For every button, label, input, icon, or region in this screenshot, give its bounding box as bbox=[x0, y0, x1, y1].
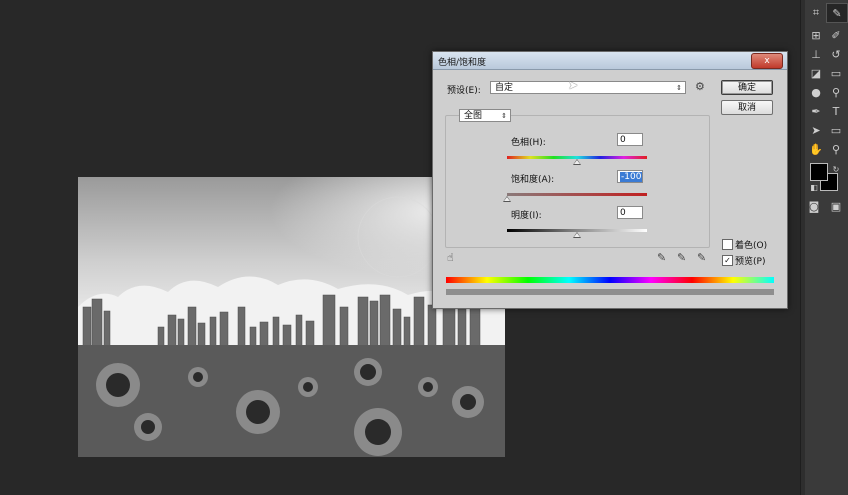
foreground-color-swatch[interactable] bbox=[810, 163, 828, 181]
panel-divider bbox=[801, 0, 805, 495]
dialog-titlebar[interactable]: 色相/饱和度 x bbox=[433, 52, 787, 70]
lightness-input[interactable]: 0 bbox=[617, 206, 643, 219]
crop-icon[interactable]: ⌗ bbox=[806, 4, 826, 22]
saturation-label: 饱和度(A): bbox=[511, 175, 555, 185]
pen-icon[interactable]: ✒ bbox=[806, 102, 826, 120]
checkmark-icon: ✓ bbox=[724, 256, 731, 265]
output-color-bar bbox=[446, 289, 774, 295]
type-icon[interactable]: T bbox=[826, 102, 846, 120]
dodge-icon[interactable]: ⚲ bbox=[826, 83, 846, 101]
close-button[interactable]: x bbox=[751, 53, 783, 69]
hue-label: 色相(H): bbox=[511, 138, 546, 148]
eraser-icon[interactable]: ◪ bbox=[806, 64, 826, 82]
colorize-label: 着色(O) bbox=[735, 241, 768, 251]
targeted-adjustment-hand-icon[interactable]: ☝ bbox=[447, 251, 454, 264]
updown-arrow-icon: ⇕ bbox=[676, 84, 682, 92]
brush-icon[interactable]: ✐ bbox=[826, 26, 846, 44]
saturation-slider-track[interactable] bbox=[507, 193, 647, 196]
close-icon: x bbox=[764, 56, 770, 66]
mouse-cursor-icon: ➤ bbox=[568, 78, 579, 92]
channel-value: 全图 bbox=[464, 111, 483, 121]
screen-mode-icon[interactable]: ▣ bbox=[826, 197, 846, 215]
blur-icon[interactable]: ● bbox=[806, 83, 826, 101]
saturation-input[interactable]: -100 bbox=[617, 170, 643, 183]
lightness-slider-thumb[interactable] bbox=[573, 232, 581, 238]
channel-select[interactable]: 全图 ⇕ bbox=[459, 109, 511, 122]
preview-label: 预览(P) bbox=[735, 257, 766, 267]
saturation-slider-thumb[interactable] bbox=[503, 196, 511, 202]
hue-value: 0 bbox=[620, 135, 626, 145]
eyedropper-icon[interactable]: ✎ bbox=[826, 3, 848, 23]
preset-options-gear-icon[interactable]: ⚙ bbox=[695, 80, 705, 93]
hue-input[interactable]: 0 bbox=[617, 133, 643, 146]
updown-arrow-icon: ⇕ bbox=[501, 112, 507, 120]
hand-icon[interactable]: ✋ bbox=[806, 140, 826, 158]
eyedropper-minus-icon[interactable]: ✎ bbox=[697, 251, 706, 264]
input-color-bar bbox=[446, 277, 774, 283]
swap-colors-icon[interactable]: ↻ bbox=[826, 160, 846, 178]
preset-select[interactable]: 自定 ⇕ bbox=[490, 81, 686, 94]
lightness-label: 明度(I): bbox=[511, 211, 542, 221]
hue-slider-thumb[interactable] bbox=[573, 159, 581, 165]
gradient-icon[interactable]: ▭ bbox=[826, 64, 846, 82]
hue-saturation-dialog: 色相/饱和度 x 预设(E): 自定 ⇕ ⚙ 确定 取消 全图 ⇕ 色相(H):… bbox=[432, 51, 788, 309]
colorize-checkbox[interactable] bbox=[722, 239, 733, 250]
path-select-icon[interactable]: ➤ bbox=[806, 121, 826, 139]
preset-label: 预设(E): bbox=[447, 86, 481, 96]
eyedropper-plus-icon[interactable]: ✎ bbox=[677, 251, 686, 264]
stamp-icon[interactable]: ⊥ bbox=[806, 45, 826, 63]
ok-button[interactable]: 确定 bbox=[721, 80, 773, 95]
dialog-title: 色相/饱和度 bbox=[438, 58, 487, 68]
history-brush-icon[interactable]: ↺ bbox=[826, 45, 846, 63]
lightness-value: 0 bbox=[620, 208, 626, 218]
shape-icon[interactable]: ▭ bbox=[826, 121, 846, 139]
eyedropper-icon[interactable]: ✎ bbox=[657, 251, 666, 264]
preview-checkbox[interactable]: ✓ bbox=[722, 255, 733, 266]
zoom-icon[interactable]: ⚲ bbox=[826, 140, 846, 158]
preset-value: 自定 bbox=[495, 83, 514, 93]
heal-icon[interactable]: ⊞ bbox=[806, 26, 826, 44]
quick-mask-icon[interactable]: ◙ bbox=[804, 197, 824, 215]
cancel-button[interactable]: 取消 bbox=[721, 100, 773, 115]
saturation-value: -100 bbox=[620, 172, 643, 182]
